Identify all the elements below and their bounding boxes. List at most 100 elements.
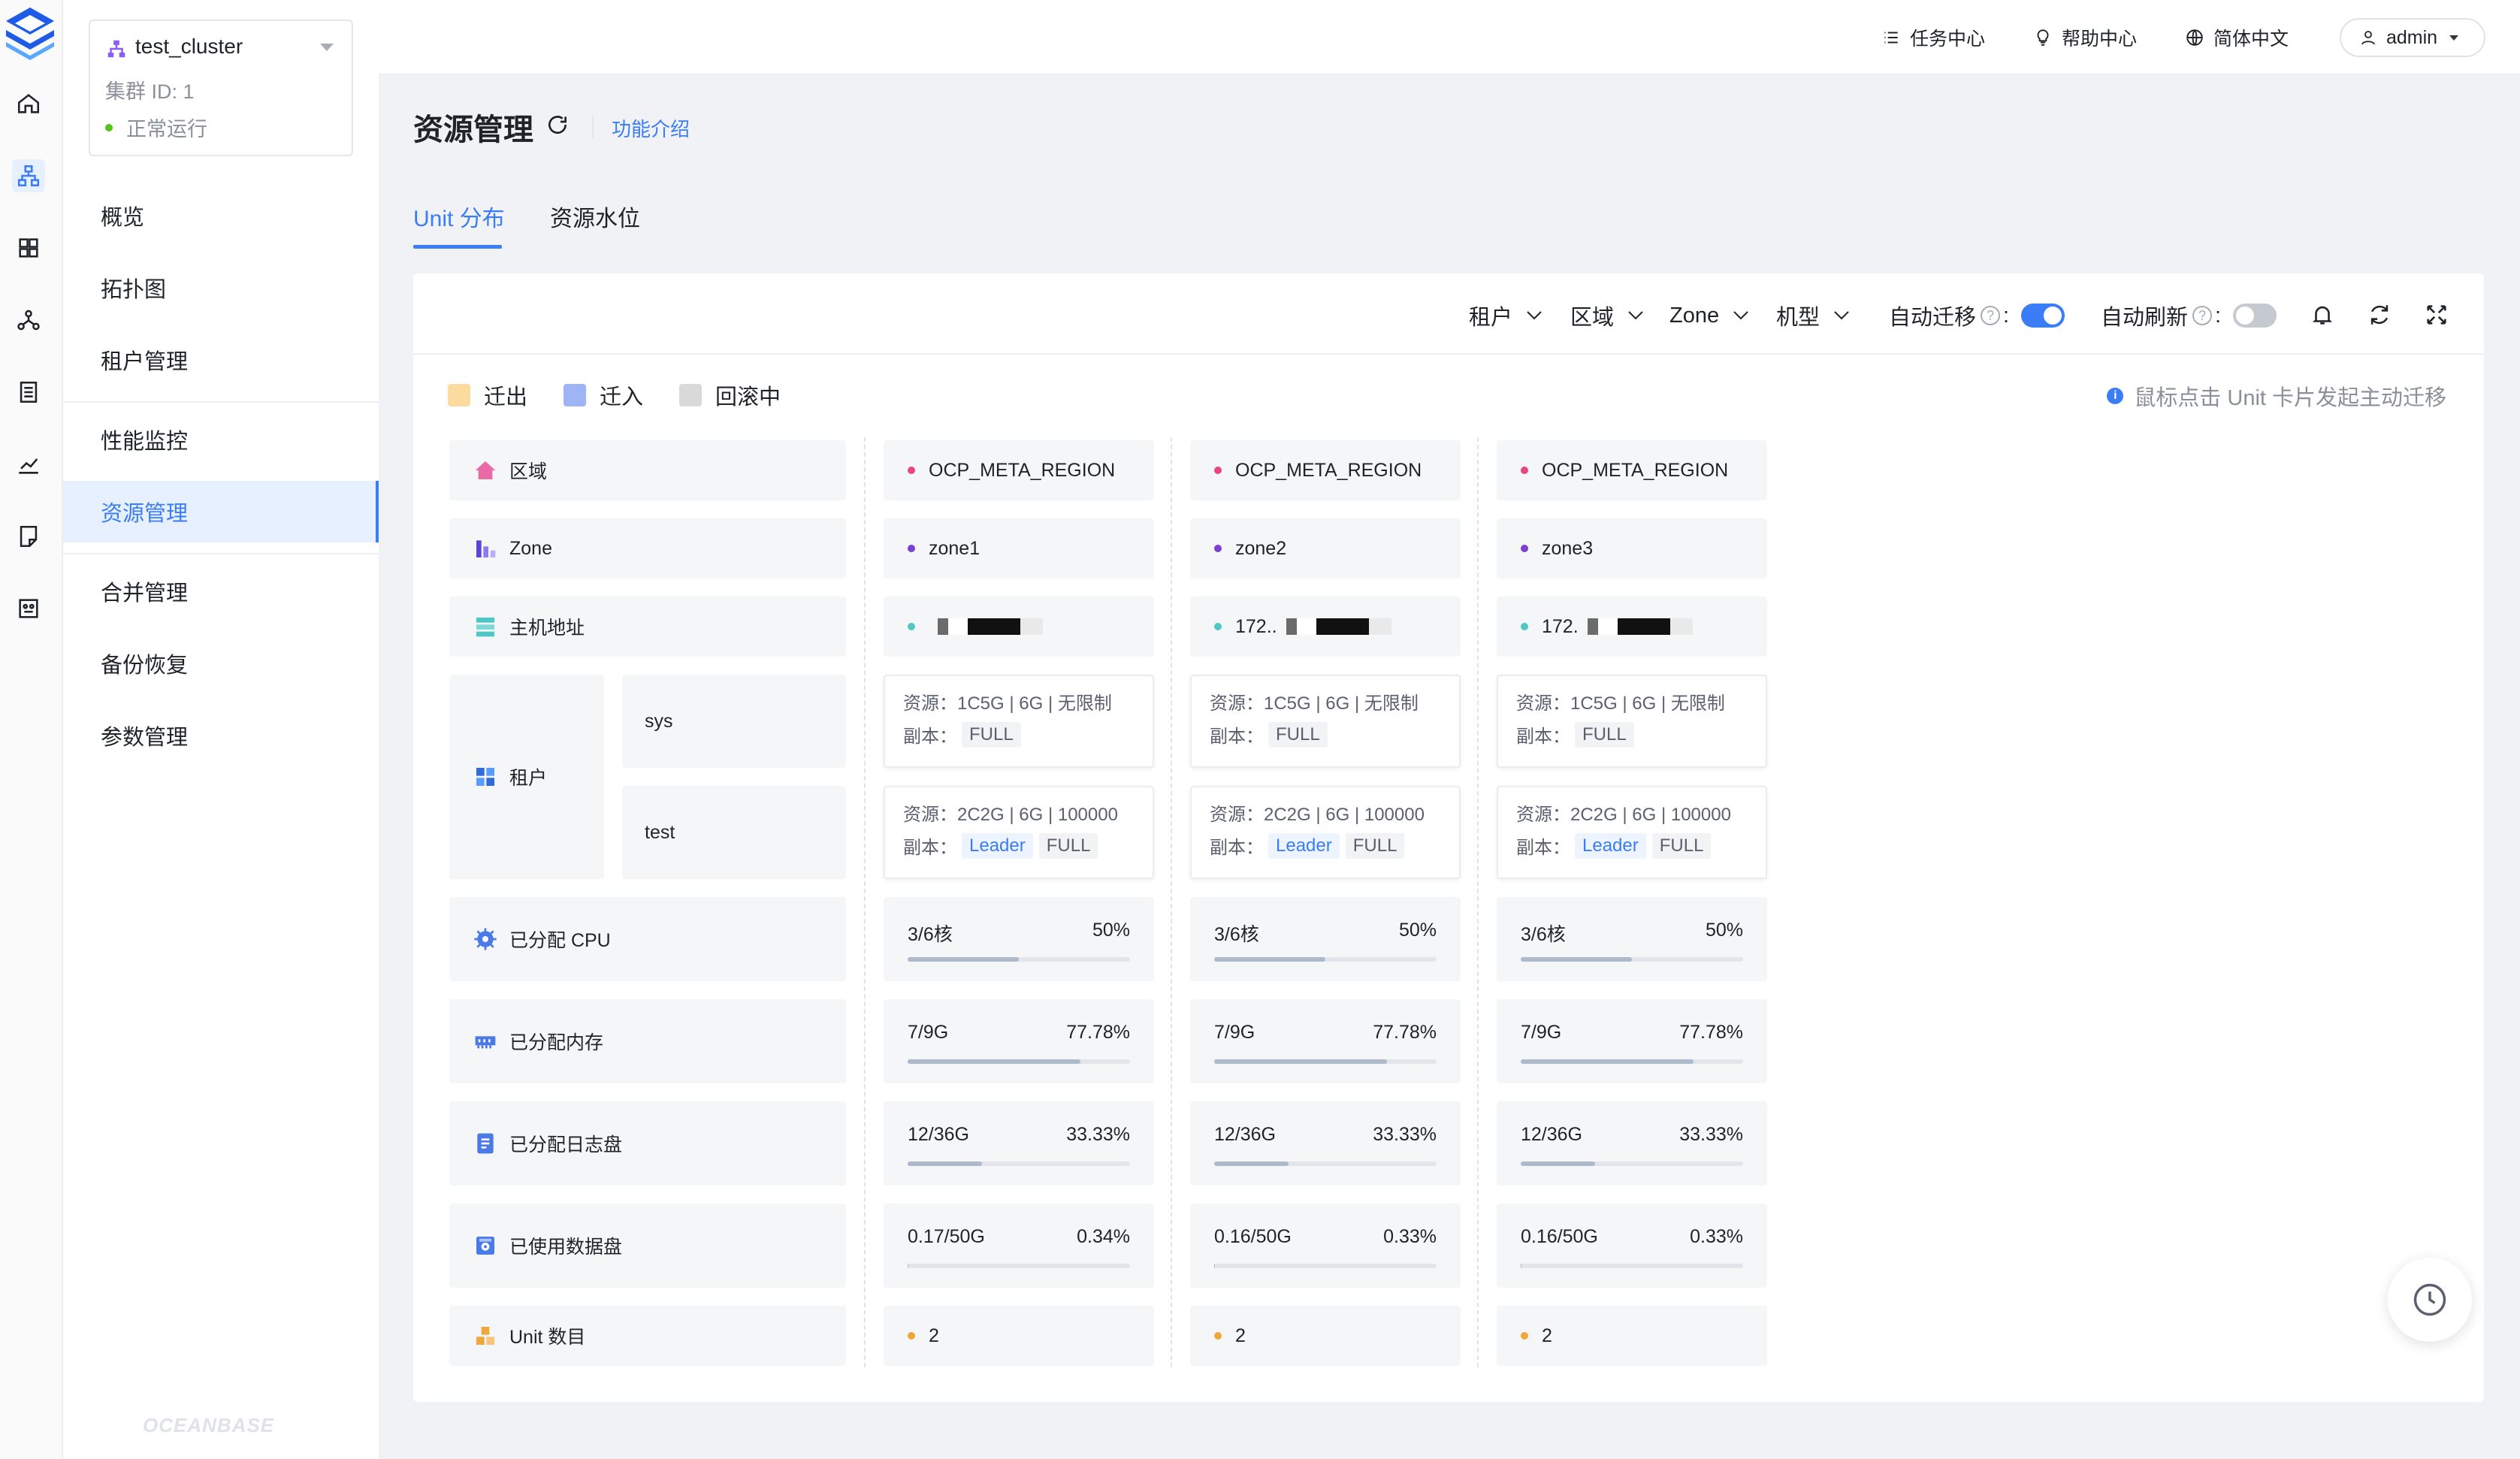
topology-icon[interactable]	[12, 304, 45, 337]
metric-value: 0.16/50G	[1521, 1226, 1598, 1247]
auto-migrate-label: 自动迁移	[1889, 306, 1977, 330]
tab-unit-distribution[interactable]: Unit 分布	[413, 200, 505, 233]
cluster-icon[interactable]	[12, 159, 45, 192]
nav-item-topology[interactable]: 拓扑图	[63, 257, 379, 319]
column-divider	[1477, 437, 1479, 1367]
refresh-icon[interactable]	[545, 113, 570, 137]
unit-count-cell: 2	[1190, 1306, 1461, 1366]
zone-cell: zone3	[1497, 518, 1767, 578]
grid-icon[interactable]	[12, 231, 45, 264]
help-center-label: 帮助中心	[2062, 29, 2138, 50]
auto-migrate-toggle[interactable]	[2021, 304, 2065, 328]
zone-filter-label: Zone	[1669, 303, 1720, 328]
host-dot	[1521, 623, 1528, 630]
status-dot	[105, 123, 113, 131]
cpu-metric: 3/6核 50%	[884, 897, 1154, 981]
unit-count-cell: 2	[1497, 1306, 1767, 1366]
progress-fill	[1214, 1161, 1289, 1166]
refresh-icon[interactable]	[2367, 302, 2392, 328]
unit-card-sys[interactable]: 资源：1C5G | 6G | 无限制 副本： FULL	[884, 675, 1154, 768]
unit-resource: 资源：2C2G | 6G | 100000	[1516, 799, 1731, 826]
progress-fill	[908, 1059, 1081, 1064]
note-icon[interactable]	[12, 520, 45, 553]
info-icon: i	[2107, 388, 2124, 404]
row-label-text: 主机地址	[509, 618, 585, 639]
nav-item-parameters[interactable]: 参数管理	[63, 705, 379, 766]
region-dot	[1521, 467, 1528, 474]
metric-percent: 50%	[1705, 920, 1743, 941]
cluster-selector[interactable]: test_cluster 集群 ID: 1 正常运行	[89, 20, 353, 156]
chevron-down-icon[interactable]	[320, 44, 334, 51]
unit-resource: 资源：1C5G | 6G | 无限制	[903, 688, 1112, 714]
task-center-link[interactable]: 任务中心	[1881, 21, 1985, 54]
metric-percent: 77.78%	[1373, 1022, 1437, 1043]
list-icon[interactable]	[12, 376, 45, 409]
region-cell: OCP_META_REGION	[1190, 440, 1461, 500]
nav-item-monitoring[interactable]: 性能监控	[63, 409, 379, 470]
top-header: 任务中心 帮助中心 简体中文 admin	[379, 0, 2520, 75]
help-icon[interactable]: ?	[1981, 306, 2001, 325]
progress-fill	[908, 1161, 982, 1166]
metric-value: 3/6核	[1214, 924, 1259, 945]
nav-item-backup[interactable]: 备份恢复	[63, 633, 379, 694]
unit-card-test[interactable]: 资源：2C2G | 6G | 100000 副本： Leader FULL	[1497, 786, 1767, 879]
chart-icon[interactable]	[12, 448, 45, 481]
replica-tag: FULL	[1038, 832, 1098, 859]
region-name: OCP_META_REGION	[1542, 459, 1729, 481]
history-button[interactable]	[2388, 1258, 2472, 1342]
region-filter[interactable]: 区域	[1570, 301, 1644, 331]
unit-card-sys[interactable]: 资源：1C5G | 6G | 无限制 副本： FULL	[1190, 675, 1461, 768]
unit-card-test[interactable]: 资源：2C2G | 6G | 100000 副本： Leader FULL	[884, 786, 1154, 879]
nav-item-tenants[interactable]: 租户管理	[63, 329, 379, 391]
unit-card-sys[interactable]: 资源：1C5G | 6G | 无限制 副本： FULL	[1497, 675, 1767, 768]
tab-resource-watermark[interactable]: 资源水位	[550, 200, 640, 233]
zone-filter[interactable]: Zone	[1669, 301, 1749, 331]
nav-divider	[63, 553, 379, 554]
resource-label: 资源：	[903, 693, 957, 714]
caret-down-icon	[2449, 35, 2459, 41]
bar-chart-icon	[476, 540, 496, 557]
auto-refresh-toggle[interactable]	[2233, 304, 2277, 328]
nav-item-resources[interactable]: 资源管理	[63, 481, 379, 542]
home-icon	[475, 461, 496, 479]
panel-icon[interactable]	[12, 592, 45, 625]
model-filter[interactable]: 机型	[1776, 301, 1850, 331]
help-icon[interactable]: ?	[2192, 306, 2213, 325]
auto-migrate-setting: 自动迁移 ? :	[1889, 301, 2065, 331]
home-icon[interactable]	[12, 87, 45, 120]
region-cell: OCP_META_REGION	[884, 440, 1154, 500]
replica-tag: FULL	[1651, 832, 1712, 859]
language-switch[interactable]: 简体中文	[2185, 21, 2289, 54]
row-label-tenant: 租户	[449, 675, 604, 879]
resource-value: 2C2G | 6G | 100000	[1264, 805, 1425, 825]
tenant-filter[interactable]: 租户	[1469, 301, 1543, 331]
tenant-filter-label: 租户	[1469, 306, 1513, 330]
bell-icon[interactable]	[2310, 302, 2335, 328]
oceanbase-logo-icon[interactable]	[3, 5, 57, 62]
nav-item-merge[interactable]: 合并管理	[63, 560, 379, 622]
unit-replica: 副本： FULL	[903, 721, 1027, 748]
metric-percent: 33.33%	[1679, 1124, 1743, 1145]
progress-track	[1521, 1059, 1743, 1064]
replica-tag: FULL	[1575, 721, 1634, 748]
metric-value: 12/36G	[908, 1124, 970, 1145]
fullscreen-icon[interactable]	[2424, 302, 2449, 328]
region-dot	[1214, 467, 1222, 474]
help-center-link[interactable]: 帮助中心	[2033, 21, 2137, 54]
language-label: 简体中文	[2213, 29, 2289, 50]
zone-cell: zone2	[1190, 518, 1461, 578]
unit-card-test[interactable]: 资源：2C2G | 6G | 100000 副本： Leader FULL	[1190, 786, 1461, 879]
active-tab-indicator	[413, 245, 502, 249]
user-menu-button[interactable]: admin	[2340, 18, 2485, 57]
unit-count-value: 2	[1542, 1325, 1552, 1346]
nav-item-overview[interactable]: 概览	[63, 185, 379, 246]
tenant-name-sys: sys	[622, 675, 846, 768]
zone-name: zone3	[1542, 537, 1594, 559]
feature-intro-link[interactable]: 功能介绍	[612, 114, 690, 142]
unit-replica: 副本： FULL	[1210, 721, 1334, 748]
cpu-icon	[474, 928, 497, 950]
row-label-cpu: 已分配 CPU	[449, 897, 846, 981]
log-disk-metric: 12/36G 33.33%	[1190, 1101, 1461, 1186]
metric-value: 3/6核	[908, 924, 953, 945]
legend-swatch-out	[448, 384, 470, 406]
